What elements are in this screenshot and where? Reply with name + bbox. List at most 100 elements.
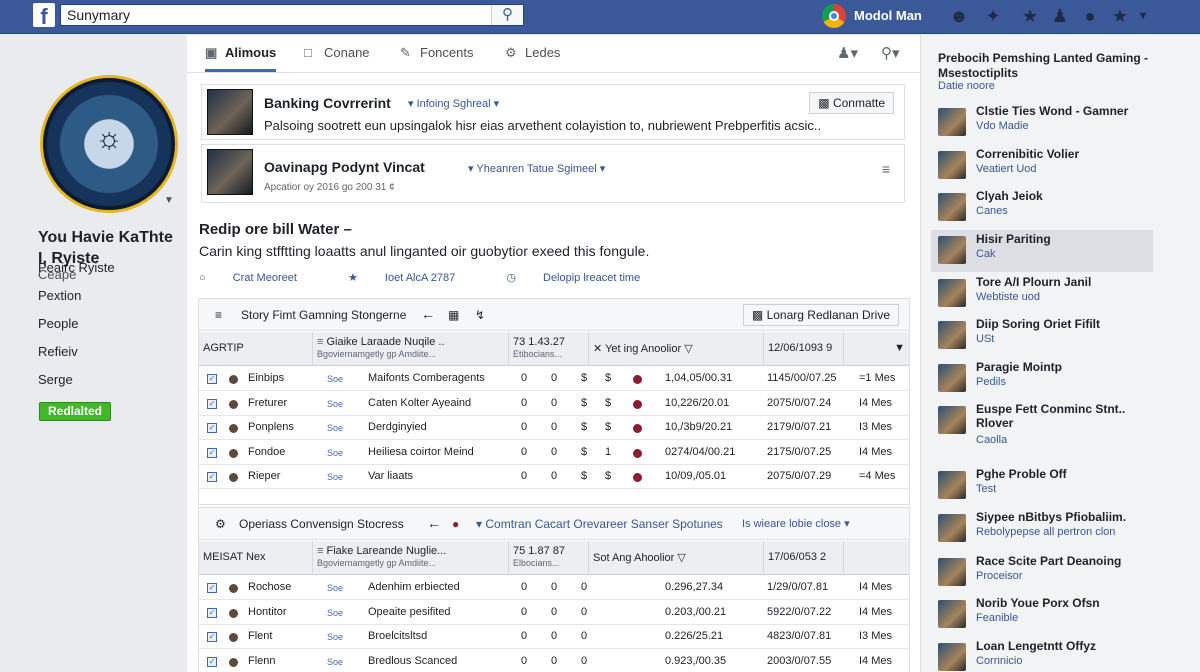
column-header[interactable]: MEISAT Nex: [199, 541, 313, 575]
left-nav-item[interactable]: Peairc Ryiste: [38, 260, 115, 275]
suggestion-item[interactable]: Clstie Ties Wond - Gamner Vdo Madie: [931, 102, 1153, 144]
column-header[interactable]: Sot Ang Ahoolior ▽: [589, 541, 764, 575]
row-name[interactable]: Rieper: [248, 470, 280, 482]
column-menu-icon[interactable]: ▼: [844, 332, 909, 366]
avatar-menu-caret-icon[interactable]: ▼: [164, 195, 174, 206]
column-header[interactable]: 75 1.87 87 Elbocians...: [509, 541, 589, 575]
search-settings-icon[interactable]: ⚲▾: [881, 44, 900, 62]
right-heading[interactable]: Prebocih Pemshing Lanted Gaming - Msesto…: [938, 51, 1168, 81]
right-subheading[interactable]: Datie noore: [938, 80, 995, 92]
left-nav-item[interactable]: Refieiv: [38, 344, 78, 359]
panel-title[interactable]: Story Fimt Gamning Stongerne: [241, 308, 406, 322]
column-header[interactable]: AGRTIP: [199, 332, 313, 366]
back-arrow-icon[interactable]: ←: [427, 515, 441, 531]
row-description[interactable]: Adenhim erbiected: [368, 581, 460, 593]
row-description[interactable]: Maifonts Comberagents: [368, 372, 485, 384]
card-title[interactable]: Oavinapg Podynt Vincat: [264, 159, 425, 175]
column-header[interactable]: 12/06/1093 9: [764, 332, 844, 366]
search-input[interactable]: [61, 5, 491, 25]
tab-foncents[interactable]: ✎ Foncents: [400, 45, 473, 61]
globe-icon[interactable]: ●: [1079, 5, 1101, 27]
row-checkbox[interactable]: ✓: [207, 423, 217, 433]
row-name[interactable]: Fondoe: [248, 446, 285, 458]
suggestion-item[interactable]: Hisir Pariting Cak: [931, 230, 1153, 272]
row-name[interactable]: Ponplens: [248, 421, 294, 433]
row-checkbox[interactable]: ✓: [207, 374, 217, 384]
back-arrow-icon[interactable]: ←: [421, 306, 435, 322]
row-checkbox[interactable]: ✓: [207, 398, 217, 409]
row-name[interactable]: Hontitor: [248, 606, 287, 618]
row-name[interactable]: Flenn: [248, 655, 276, 667]
friends-icon[interactable]: ♟▾: [837, 44, 858, 62]
green-action-button[interactable]: Redlalted: [39, 402, 111, 421]
row-description[interactable]: Var liaats: [368, 470, 413, 482]
star-icon[interactable]: ★: [1019, 5, 1041, 27]
bolt-icon[interactable]: ↯: [475, 308, 485, 322]
category-pill[interactable]: ▾ Infoing Sghreal ▾: [408, 97, 499, 110]
row-checkbox[interactable]: ✓: [207, 447, 217, 458]
card-thumbnail[interactable]: [207, 89, 253, 135]
column-header[interactable]: 73 1.43.27 Etibocians...: [509, 332, 589, 366]
card-title[interactable]: Banking Covrrerint: [264, 95, 391, 111]
column-header[interactable]: ✕ Yet ing Anoolior ▽: [589, 332, 764, 366]
user-name-link[interactable]: Modol Man: [854, 8, 922, 23]
column-header[interactable]: 17/06/053 2: [764, 541, 844, 575]
person-icon[interactable]: ♟: [1049, 5, 1071, 27]
suggestion-item[interactable]: Correnibitic Volier Veatiert Uod: [931, 145, 1153, 187]
card-thumbnail[interactable]: [207, 149, 253, 195]
suggestion-item[interactable]: Race Scite Part Deanoing Proceisor: [931, 552, 1153, 594]
post-link[interactable]: ★ Ioet AlcA 2787: [348, 272, 479, 284]
twitter-bird-icon[interactable]: ✦: [982, 5, 1004, 27]
suggestion-item[interactable]: Tore A/I Plourn Janil Webtiste uod: [931, 273, 1153, 315]
row-checkbox[interactable]: ✓: [207, 583, 217, 593]
suggestion-item[interactable]: Loan Lengetntt Offyz Cornnicio: [931, 637, 1153, 672]
row-checkbox[interactable]: ✓: [207, 472, 217, 482]
tab-ledes[interactable]: ⚙ Ledes: [505, 45, 560, 61]
panel-note[interactable]: Is wieare lobie close ▾: [742, 517, 850, 530]
facebook-logo[interactable]: f: [33, 3, 55, 27]
row-description[interactable]: Bredlous Scanced: [368, 655, 457, 667]
grid-icon[interactable]: ▦: [448, 308, 459, 322]
row-checkbox[interactable]: ✓: [207, 607, 217, 618]
search-button[interactable]: ⚲: [491, 5, 523, 25]
left-nav-item[interactable]: People: [38, 316, 78, 331]
row-name[interactable]: Einbips: [248, 372, 284, 384]
dropdown-arrow-icon[interactable]: ▼: [1132, 5, 1154, 27]
row-name[interactable]: Rochose: [248, 581, 291, 593]
row-name[interactable]: Freturer: [248, 397, 287, 409]
profile-avatar[interactable]: ☼: [40, 75, 178, 213]
row-name[interactable]: Flent: [248, 630, 272, 642]
left-nav-item[interactable]: Pextion: [38, 288, 81, 303]
suggestion-item[interactable]: Norib Youe Porx Ofsn Feanible: [931, 594, 1153, 636]
post-link[interactable]: ◷ Delopip lreacet time: [506, 272, 664, 284]
panel-action-button[interactable]: ▩ Lonarg Redlanan Drive: [742, 304, 899, 326]
suggestion-item[interactable]: Siypee nBitbys Pfiobaliim. Rebolypepse al…: [931, 508, 1153, 550]
row-description[interactable]: Broelcitsltsd: [368, 630, 427, 642]
category-pill[interactable]: ▾ Yheanren Tatue Sgimeel ▾: [468, 162, 605, 175]
tab-conane[interactable]: □ Conane: [304, 45, 370, 60]
post-title[interactable]: Redip ore bill Water –: [199, 221, 352, 238]
suggestion-item[interactable]: Paragie Mointp Pedils: [931, 358, 1153, 400]
suggestion-item[interactable]: Pghe Proble Off Test: [931, 465, 1153, 507]
suggestion-item[interactable]: Diip Soring Oriet Fifilt USt: [931, 315, 1153, 357]
row-description[interactable]: Opeaite pesifited: [368, 606, 451, 618]
favorite-star-icon[interactable]: ★: [1109, 5, 1131, 27]
column-header[interactable]: ≡ Fiake Lareande Nuglie... Bgoviernamgetl…: [313, 541, 509, 575]
row-description[interactable]: Caten Kolter Ayeaind: [368, 397, 471, 409]
suggestion-item[interactable]: Euspe Fett Conminc Stnt.. Rlover Caolla: [931, 400, 1153, 456]
row-checkbox[interactable]: ✓: [207, 632, 217, 642]
panel-title[interactable]: Operiass Convensign Stocress: [239, 517, 404, 531]
row-description[interactable]: Derdginyied: [368, 421, 427, 433]
menu-icon[interactable]: ≡: [882, 161, 890, 177]
suggestion-item[interactable]: Clyah Jeiok Canes: [931, 187, 1153, 229]
tab-alimous[interactable]: ▣ Alimous: [205, 45, 277, 72]
messenger-icon[interactable]: ☻: [948, 5, 970, 27]
post-link[interactable]: ○ Crat Meoreet: [199, 272, 321, 284]
card-action-button[interactable]: ▩ Conmatte: [809, 92, 894, 114]
record-icon[interactable]: ●: [452, 517, 459, 531]
panel-link[interactable]: ▾ Comtran Cacart Orevareer Sanser Spotun…: [476, 517, 723, 531]
left-nav-item[interactable]: Serge: [38, 372, 73, 387]
row-description[interactable]: Heiliesa coirtor Meind: [368, 446, 474, 458]
column-header[interactable]: ≡ Giaike Laraade Nuqile .. Bgoviernamgetl…: [313, 332, 509, 366]
row-checkbox[interactable]: ✓: [207, 656, 217, 667]
